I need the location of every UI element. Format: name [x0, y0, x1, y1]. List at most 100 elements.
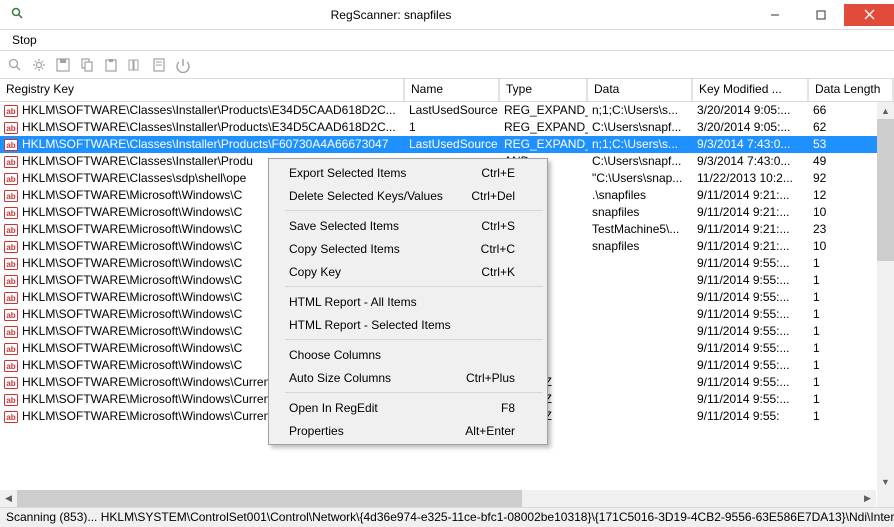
reg-value-icon: ab: [4, 172, 18, 186]
reg-value-icon: ab: [4, 291, 18, 305]
col-name[interactable]: Name: [405, 79, 500, 101]
cell-modified: 9/11/2014 9:55:...: [693, 391, 809, 408]
col-data[interactable]: Data: [588, 79, 693, 101]
cell-modified: 9/11/2014 9:21:...: [693, 204, 809, 221]
cm-shortcut: Ctrl+Del: [471, 189, 515, 203]
cell-modified: 9/11/2014 9:55:...: [693, 306, 809, 323]
cm-label: Save Selected Items: [289, 219, 399, 233]
context-menu: Export Selected ItemsCtrl+EDelete Select…: [268, 158, 548, 445]
svg-text:ab: ab: [6, 124, 15, 133]
copy-icon[interactable]: [78, 56, 96, 74]
scroll-down-arrow[interactable]: ▼: [877, 473, 894, 490]
cm-label: Open In RegEdit: [289, 401, 378, 415]
scroll-up-arrow[interactable]: ▲: [877, 102, 894, 119]
key-text: HKLM\SOFTWARE\Classes\Installer\Products…: [22, 136, 388, 153]
cell-modified: 9/11/2014 9:55:...: [693, 255, 809, 272]
gear-icon[interactable]: [30, 56, 48, 74]
reg-value-icon: ab: [4, 104, 18, 118]
key-text: HKLM\SOFTWARE\Microsoft\Windows\C: [22, 357, 242, 374]
maximize-button[interactable]: [798, 4, 844, 26]
menu-stop[interactable]: Stop: [4, 31, 45, 49]
reg-value-icon: ab: [4, 325, 18, 339]
cm-shortcut: Ctrl+S: [481, 219, 515, 233]
cell-modified: 9/11/2014 9:55:...: [693, 374, 809, 391]
properties-icon[interactable]: [150, 56, 168, 74]
cm-label: Delete Selected Keys/Values: [289, 189, 443, 203]
col-type[interactable]: Type: [500, 79, 588, 101]
cell-type: REG_EXPAND_...: [500, 136, 588, 153]
cell-modified: 9/11/2014 9:21:...: [693, 221, 809, 238]
key-text: HKLM\SOFTWARE\Microsoft\Windows\C: [22, 255, 242, 272]
col-modified[interactable]: Key Modified ...: [693, 79, 809, 101]
vertical-scrollbar[interactable]: ▲ ▼: [877, 102, 894, 490]
cell-data: .\snapfiles: [588, 187, 693, 204]
context-menu-item[interactable]: HTML Report - Selected Items: [271, 313, 545, 336]
minimize-button[interactable]: [752, 4, 798, 26]
context-menu-item[interactable]: Save Selected Items Ctrl+S: [271, 214, 545, 237]
context-menu-item[interactable]: Copy KeyCtrl+K: [271, 260, 545, 283]
context-menu-item[interactable]: Choose Columns: [271, 343, 545, 366]
cell-modified: 11/22/2013 10:2...: [693, 170, 809, 187]
key-text: HKLM\SOFTWARE\Classes\Installer\Products…: [22, 102, 396, 119]
context-menu-separator: [285, 392, 543, 393]
scroll-corner: [877, 490, 894, 507]
context-menu-item[interactable]: Delete Selected Keys/Values Ctrl+Del: [271, 184, 545, 207]
paste-icon[interactable]: [102, 56, 120, 74]
context-menu-item[interactable]: Open In RegEditF8: [271, 396, 545, 419]
context-menu-item[interactable]: Copy Selected ItemsCtrl+C: [271, 237, 545, 260]
menu-bar: Stop: [0, 30, 894, 51]
exit-icon[interactable]: [174, 56, 192, 74]
horizontal-scrollbar[interactable]: ◀ ▶: [0, 490, 876, 507]
table-row[interactable]: ab HKLM\SOFTWARE\Classes\Installer\Produc…: [0, 102, 894, 119]
scroll-h-track[interactable]: [17, 490, 859, 507]
scroll-h-thumb[interactable]: [17, 490, 522, 507]
cm-label: HTML Report - Selected Items: [289, 318, 451, 332]
context-menu-separator: [285, 286, 543, 287]
cell-data: "C:\Users\snap...: [588, 170, 693, 187]
context-menu-item[interactable]: Auto Size Columns Ctrl+Plus: [271, 366, 545, 389]
cell-modified: 9/11/2014 9:21:...: [693, 238, 809, 255]
cell-data: TestMachine5\...: [588, 221, 693, 238]
cell-data: [588, 255, 693, 272]
cell-data: C:\Users\snapf...: [588, 119, 693, 136]
key-text: HKLM\SOFTWARE\Microsoft\Windows\C: [22, 272, 242, 289]
cell-key: ab HKLM\SOFTWARE\Classes\Installer\Produc…: [0, 119, 405, 136]
col-registry-key[interactable]: Registry Key: [0, 79, 405, 101]
save-icon[interactable]: [54, 56, 72, 74]
cm-label: Properties: [289, 424, 344, 438]
toolbar: [0, 51, 894, 79]
search-icon[interactable]: [6, 56, 24, 74]
key-text: HKLM\SOFTWARE\Classes\Installer\Produ: [22, 153, 253, 170]
reg-value-icon: ab: [4, 376, 18, 390]
columns-icon[interactable]: [126, 56, 144, 74]
cell-modified: 9/3/2014 7:43:0...: [693, 136, 809, 153]
cm-label: Auto Size Columns: [289, 371, 391, 385]
cell-modified: 9/11/2014 9:55:...: [693, 357, 809, 374]
reg-value-icon: ab: [4, 206, 18, 220]
cell-data: [588, 340, 693, 357]
col-length[interactable]: Data Length: [809, 79, 894, 101]
svg-text:ab: ab: [6, 175, 15, 184]
table-row[interactable]: ab HKLM\SOFTWARE\Classes\Installer\Produc…: [0, 119, 894, 136]
table-row[interactable]: abHKLM\SOFTWARE\Classes\Installer\Produc…: [0, 136, 894, 153]
scroll-right-arrow[interactable]: ▶: [859, 490, 876, 507]
scroll-left-arrow[interactable]: ◀: [0, 490, 17, 507]
title-bar: RegScanner: snapfiles: [0, 0, 894, 30]
cell-key: ab HKLM\SOFTWARE\Classes\Installer\Produc…: [0, 102, 405, 119]
scroll-v-track[interactable]: [877, 119, 894, 473]
key-text: HKLM\SOFTWARE\Classes\Installer\Products…: [22, 119, 396, 136]
scroll-v-thumb[interactable]: [877, 119, 894, 261]
context-menu-item[interactable]: Export Selected ItemsCtrl+E: [271, 161, 545, 184]
cm-shortcut: Ctrl+C: [481, 242, 515, 256]
key-text: HKLM\SOFTWARE\Microsoft\Windows\C: [22, 204, 242, 221]
cm-shortcut: Ctrl+Plus: [466, 371, 515, 385]
close-button[interactable]: [844, 4, 894, 26]
reg-value-icon: ab: [4, 359, 18, 373]
cell-data: [588, 391, 693, 408]
svg-text:ab: ab: [6, 158, 15, 167]
cell-modified: 9/11/2014 9:55:...: [693, 323, 809, 340]
svg-text:ab: ab: [6, 396, 15, 405]
svg-text:ab: ab: [6, 294, 15, 303]
context-menu-item[interactable]: PropertiesAlt+Enter: [271, 419, 545, 442]
context-menu-item[interactable]: HTML Report - All Items: [271, 290, 545, 313]
